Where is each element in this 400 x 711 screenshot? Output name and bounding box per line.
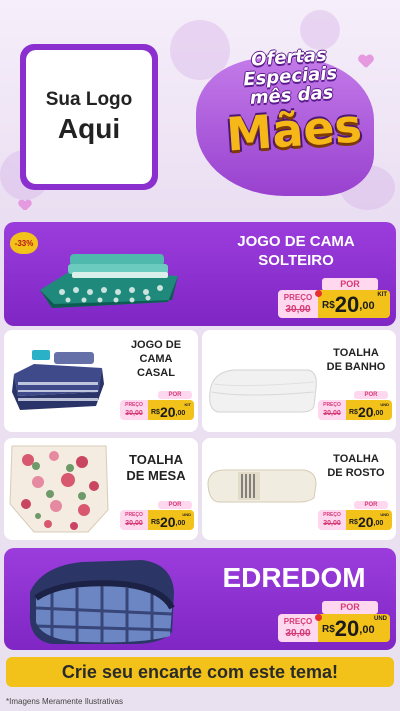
old-price: PREÇO 30,00 bbox=[278, 614, 318, 642]
price-integer: 20 bbox=[334, 616, 360, 641]
bedding-set-image bbox=[12, 350, 104, 410]
product-name: TOALHA DE ROSTO bbox=[318, 452, 394, 480]
product-name-line2: DE MESA bbox=[126, 468, 186, 483]
new-price: R$ 20 ,00 UND bbox=[346, 510, 392, 530]
price-integer: 20 bbox=[357, 404, 374, 420]
price-box: PREÇO 30,00 R$ 20 ,00 KIT bbox=[120, 400, 194, 420]
price-decimal: ,00 bbox=[359, 300, 375, 312]
tablecloth-image bbox=[9, 445, 109, 533]
price-integer: 20 bbox=[159, 404, 176, 420]
product-name-line2: DE ROSTO bbox=[327, 467, 385, 479]
preco-label: PREÇO bbox=[323, 402, 341, 408]
old-price: PREÇO 30,00 bbox=[120, 400, 148, 420]
product-name-line1: JOGO DE bbox=[130, 339, 182, 351]
currency: R$ bbox=[322, 300, 335, 311]
product-name-line3: CASAL bbox=[137, 367, 175, 379]
product-name-line1: TOALHA bbox=[333, 347, 379, 359]
product-name-line1: TOALHA bbox=[333, 453, 379, 465]
currency: R$ bbox=[322, 624, 335, 635]
preco-label: PREÇO bbox=[125, 512, 143, 518]
product-name: TOALHA DE BANHO bbox=[318, 346, 394, 374]
preco-label: PREÇO bbox=[283, 292, 313, 302]
preco-label: PREÇO bbox=[283, 616, 313, 626]
footnote: *Imagens Meramente Ilustrativas bbox=[6, 697, 123, 706]
flyer-page: Sua Logo Aqui Ofertas Especiais mês das … bbox=[0, 0, 400, 711]
bath-towel-image bbox=[209, 369, 317, 413]
price-decimal: ,00 bbox=[175, 410, 186, 417]
logo-text-line2: Aqui bbox=[57, 113, 121, 144]
currency: R$ bbox=[349, 519, 358, 526]
product-name: TOALHA DE MESA bbox=[118, 452, 194, 484]
heart-icon bbox=[315, 614, 322, 621]
price-box: PREÇO 30,00 R$ 20 ,00 KIT bbox=[278, 290, 390, 318]
por-label: POR bbox=[158, 501, 192, 509]
product-name: JOGO DE CAMA SOLTEIRO bbox=[216, 232, 376, 270]
product-name-line1: EDREDOM bbox=[222, 562, 366, 593]
price-unit: UND bbox=[374, 616, 387, 622]
old-price: PREÇO 30,00 bbox=[278, 290, 318, 318]
header: Sua Logo Aqui Ofertas Especiais mês das … bbox=[0, 0, 400, 210]
price-unit: KIT bbox=[184, 402, 191, 407]
product-name-line2: CAMA bbox=[139, 353, 173, 365]
face-towel-image bbox=[207, 469, 317, 503]
price-unit: KIT bbox=[377, 292, 387, 298]
product-name-line1: TOALHA bbox=[129, 452, 183, 467]
old-price-value: 30,00 bbox=[125, 410, 143, 417]
title-line4: Mães bbox=[224, 98, 364, 162]
currency: R$ bbox=[151, 519, 160, 526]
bedding-set-image bbox=[40, 254, 178, 308]
por-label: POR bbox=[322, 601, 378, 614]
campaign-title: Ofertas Especiais mês das Mães bbox=[196, 42, 387, 162]
price-unit: UND bbox=[182, 512, 191, 517]
currency: R$ bbox=[151, 409, 160, 416]
new-price: R$ 20 ,00 KIT bbox=[148, 400, 194, 420]
preco-label: PREÇO bbox=[323, 512, 341, 518]
new-price: R$ 20 ,00 UND bbox=[148, 510, 194, 530]
currency: R$ bbox=[349, 409, 358, 416]
price-unit: UND bbox=[380, 402, 389, 407]
preco-label: PREÇO bbox=[125, 402, 143, 408]
comforter-image bbox=[29, 560, 175, 644]
por-label: POR bbox=[354, 391, 388, 399]
price-decimal: ,00 bbox=[373, 410, 384, 417]
por-label: POR bbox=[158, 391, 192, 399]
price-decimal: ,00 bbox=[175, 520, 186, 527]
price-box: PREÇO 30,00 R$ 20 ,00 UND bbox=[278, 614, 390, 642]
price-decimal: ,00 bbox=[359, 624, 375, 636]
old-price-value: 30,00 bbox=[285, 627, 311, 639]
old-price-value: 30,00 bbox=[285, 303, 311, 315]
price-integer: 20 bbox=[334, 292, 360, 317]
old-price-value: 30,00 bbox=[323, 410, 341, 417]
price-decimal: ,00 bbox=[373, 520, 384, 527]
price-box: PREÇO 30,00 R$ 20 ,00 UND bbox=[318, 400, 392, 420]
new-price: R$ 20 ,00 UND bbox=[318, 614, 390, 642]
product-name: EDREDOM bbox=[206, 562, 382, 594]
price-unit: UND bbox=[380, 512, 389, 517]
new-price: R$ 20 ,00 KIT bbox=[318, 290, 390, 318]
price-box: PREÇO 30,00 R$ 20 ,00 UND bbox=[120, 510, 194, 530]
old-price: PREÇO 30,00 bbox=[318, 400, 346, 420]
price-integer: 20 bbox=[357, 514, 374, 530]
price-box: PREÇO 30,00 R$ 20 ,00 UND bbox=[318, 510, 392, 530]
old-price: PREÇO 30,00 bbox=[318, 510, 346, 530]
old-price-value: 30,00 bbox=[125, 520, 143, 527]
price-integer: 20 bbox=[159, 514, 176, 530]
product-name-line1: JOGO DE CAMA bbox=[237, 233, 355, 250]
heart-icon bbox=[315, 290, 322, 297]
por-label: POR bbox=[354, 501, 388, 509]
logo-placeholder: Sua Logo Aqui bbox=[20, 44, 158, 190]
heart-icon bbox=[18, 200, 31, 210]
product-name-line2: SOLTEIRO bbox=[258, 252, 334, 269]
logo-text-line1: Sua Logo bbox=[45, 89, 133, 110]
product-name-line2: DE BANHO bbox=[326, 361, 386, 373]
old-price: PREÇO 30,00 bbox=[120, 510, 148, 530]
old-price-value: 30,00 bbox=[323, 520, 341, 527]
new-price: R$ 20 ,00 UND bbox=[346, 400, 392, 420]
product-name: JOGO DE CAMA CASAL bbox=[118, 338, 194, 380]
cta-banner[interactable]: Crie seu encarte com este tema! bbox=[6, 657, 394, 687]
